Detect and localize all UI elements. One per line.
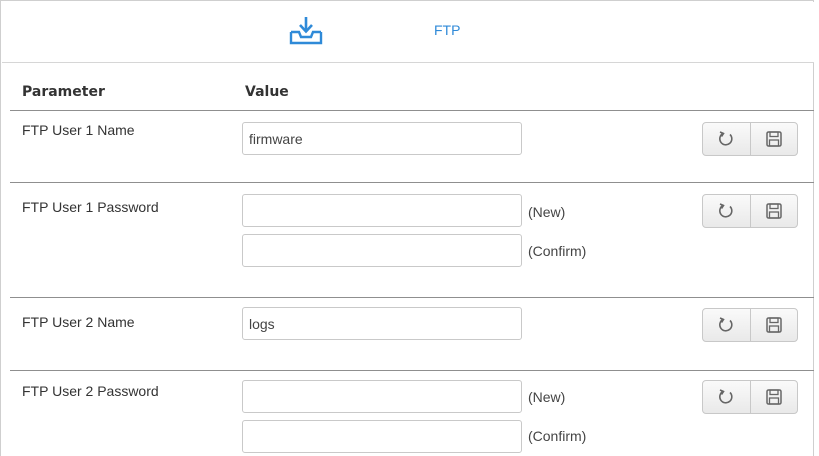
row-label-ftp-user1-password: FTP User 1 Password: [22, 199, 159, 215]
save-icon: [766, 203, 782, 219]
save-icon: [766, 131, 782, 147]
save-button[interactable]: [749, 381, 798, 413]
confirm-hint: (Confirm): [528, 243, 587, 259]
row-divider: [10, 182, 814, 183]
row-divider: [10, 370, 814, 371]
refresh-icon: [719, 203, 733, 218]
save-button[interactable]: [749, 123, 798, 155]
row-label-ftp-user2-name: FTP User 2 Name: [22, 314, 135, 330]
save-icon: [766, 389, 782, 405]
save-button[interactable]: [749, 309, 798, 341]
new-hint: (New): [528, 204, 566, 220]
refresh-icon: [719, 317, 733, 332]
reset-button[interactable]: [703, 309, 750, 341]
ftp-user1-name-input[interactable]: [242, 122, 522, 155]
row-actions-user1-password: [702, 194, 798, 228]
tab-ftp[interactable]: FTP: [434, 22, 460, 38]
refresh-icon: [719, 389, 733, 404]
save-button[interactable]: [749, 195, 798, 227]
new-hint: (New): [528, 389, 566, 405]
ftp-user2-password-confirm-input[interactable]: [242, 420, 522, 453]
ftp-user2-name-input[interactable]: [242, 307, 522, 340]
ftp-user2-password-new-input[interactable]: [242, 380, 522, 413]
confirm-hint: (Confirm): [528, 428, 587, 444]
tab-bar: FTP: [2, 2, 814, 63]
save-icon: [766, 317, 782, 333]
reset-button[interactable]: [703, 123, 750, 155]
download-tray-icon[interactable]: [289, 16, 323, 46]
refresh-icon: [719, 131, 733, 146]
reset-button[interactable]: [703, 195, 750, 227]
ftp-user1-password-new-input[interactable]: [242, 194, 522, 227]
row-actions-user1-name: [702, 122, 798, 156]
column-header-value: Value: [245, 84, 289, 100]
reset-button[interactable]: [703, 381, 750, 413]
row-label-ftp-user2-password: FTP User 2 Password: [22, 383, 159, 399]
header-divider: [10, 110, 814, 111]
row-label-ftp-user1-name: FTP User 1 Name: [22, 122, 135, 138]
column-header-parameter: Parameter: [22, 84, 105, 100]
ftp-user1-password-confirm-input[interactable]: [242, 234, 522, 267]
row-divider: [10, 297, 814, 298]
row-actions-user2-password: [702, 380, 798, 414]
row-actions-user2-name: [702, 308, 798, 342]
